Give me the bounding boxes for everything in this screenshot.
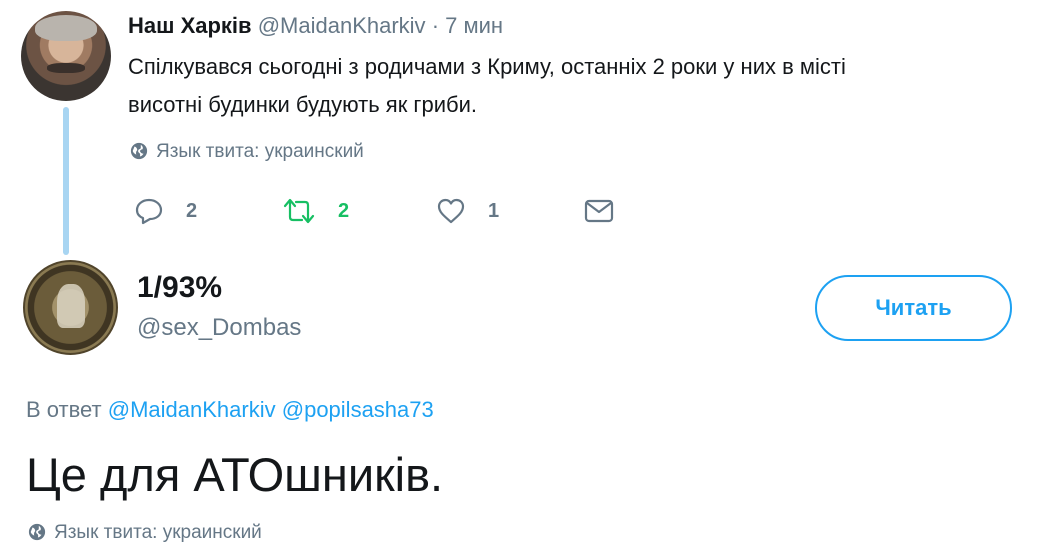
parent-tweet-text: Спілкувався сьогодні з родичами з Криму,… <box>128 48 1018 124</box>
like-button[interactable]: 1 <box>436 193 499 229</box>
globe-icon <box>130 142 148 160</box>
parent-tweet-language: Язык твита: украинский <box>130 139 364 165</box>
reply-tweet-language-label: Язык твита: украинский <box>54 522 262 543</box>
user-card-handle[interactable]: @sex_Dombas <box>137 313 301 343</box>
retweet-icon <box>283 198 315 224</box>
avatar-hair <box>35 15 97 41</box>
like-icon <box>437 198 465 224</box>
parent-tweet-handle[interactable]: @MaidanKharkiv <box>258 13 426 38</box>
follow-button[interactable]: Читать <box>815 275 1012 341</box>
header-separator: · <box>431 13 440 38</box>
direct-message-button[interactable] <box>583 193 615 229</box>
mention-link[interactable]: @MaidanKharkiv <box>108 397 276 422</box>
parent-tweet-header: Наш Харків @MaidanKharkiv · 7 мин <box>128 12 503 40</box>
parent-tweet-text-line-2: висотні будинки будують як гриби. <box>128 92 477 117</box>
reply-count: 2 <box>186 199 198 222</box>
globe-icon <box>28 523 46 541</box>
user-card-display-name[interactable]: 1/93% <box>137 270 222 306</box>
thread-connector-line <box>63 107 69 255</box>
mention-link[interactable]: @popilsasha73 <box>282 397 434 422</box>
retweet-count: 2 <box>338 199 350 222</box>
parent-tweet-time[interactable]: 7 мин <box>445 13 503 38</box>
avatar-emblem <box>57 284 85 328</box>
reply-tweet-text: Це для АТОшників. <box>26 448 444 501</box>
direct-message-icon <box>584 199 614 223</box>
reply-button[interactable]: 2 <box>134 193 197 229</box>
user-card-avatar[interactable] <box>23 260 118 355</box>
reply-tweet-language: Язык твита: украинский <box>28 520 262 546</box>
retweet-button[interactable]: 2 <box>282 193 349 229</box>
parent-tweet-language-label: Язык твита: украинский <box>156 141 364 162</box>
reply-context: В ответ @MaidanKharkiv @popilsasha73 <box>26 396 434 424</box>
parent-tweet-avatar[interactable] <box>21 11 111 101</box>
like-count: 1 <box>488 199 500 222</box>
parent-tweet-text-line-1: Спілкувався сьогодні з родичами з Криму,… <box>128 54 846 79</box>
reply-prefix: В ответ <box>26 397 102 422</box>
reply-icon <box>135 198 163 225</box>
parent-tweet-display-name[interactable]: Наш Харків <box>128 13 252 38</box>
avatar-mustache <box>47 63 85 73</box>
